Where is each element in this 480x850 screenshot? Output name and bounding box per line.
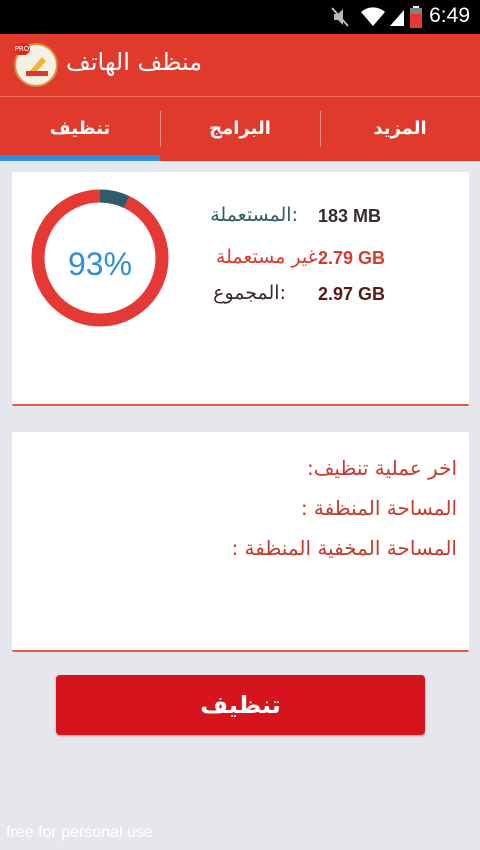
app-title: منظف الهاتف xyxy=(66,48,203,76)
mute-icon xyxy=(331,7,349,27)
storage-card: 93% 183 MB المستعملة: 2.79 GB غير مستعمل… xyxy=(12,172,469,406)
hidden-cleaned-space-label: المساحة المخفية المنظفة : xyxy=(231,536,457,560)
history-card: اخر عملية تنظيف: المساحة المنظفة : المسا… xyxy=(12,432,469,652)
used-label: المستعملة: xyxy=(210,204,298,226)
last-clean-label: اخر عملية تنظيف: xyxy=(306,456,457,480)
status-time: 6:49 xyxy=(429,4,470,27)
free-row: 2.79 GB غير مستعملة: xyxy=(202,246,462,276)
storage-percent: 93% xyxy=(67,246,133,282)
watermark-text: free for personal use xyxy=(6,824,153,841)
status-bar: 6:49 xyxy=(0,0,480,34)
used-value: 183 MB xyxy=(318,206,382,226)
used-row: 183 MB المستعملة: xyxy=(202,204,462,234)
tab-divider xyxy=(320,111,321,147)
cleaned-space-label: المساحة المنظفة : xyxy=(300,496,457,520)
clean-button[interactable]: تنظيف xyxy=(56,675,425,735)
free-value: 2.79 GB xyxy=(318,248,386,268)
tab-bar: المزيد البرامج تنظيف xyxy=(0,96,480,161)
tab-more[interactable]: المزيد xyxy=(320,97,480,161)
tab-apps[interactable]: البرامج xyxy=(160,97,320,161)
free-label: غير مستعملة: xyxy=(215,246,324,268)
battery-icon xyxy=(410,6,422,28)
total-label: المجموع: xyxy=(213,282,286,304)
active-tab-indicator xyxy=(0,155,160,161)
wifi-icon xyxy=(361,7,385,26)
signal-icon xyxy=(390,10,404,26)
app-bar: PRO منظف الهاتف xyxy=(0,34,480,96)
tab-divider xyxy=(160,111,161,147)
tab-clean[interactable]: تنظيف xyxy=(0,97,160,161)
app-logo-icon[interactable]: PRO xyxy=(14,43,58,87)
total-row: 2.97 GB المجموع: xyxy=(202,282,462,312)
total-value: 2.97 GB xyxy=(318,284,386,304)
